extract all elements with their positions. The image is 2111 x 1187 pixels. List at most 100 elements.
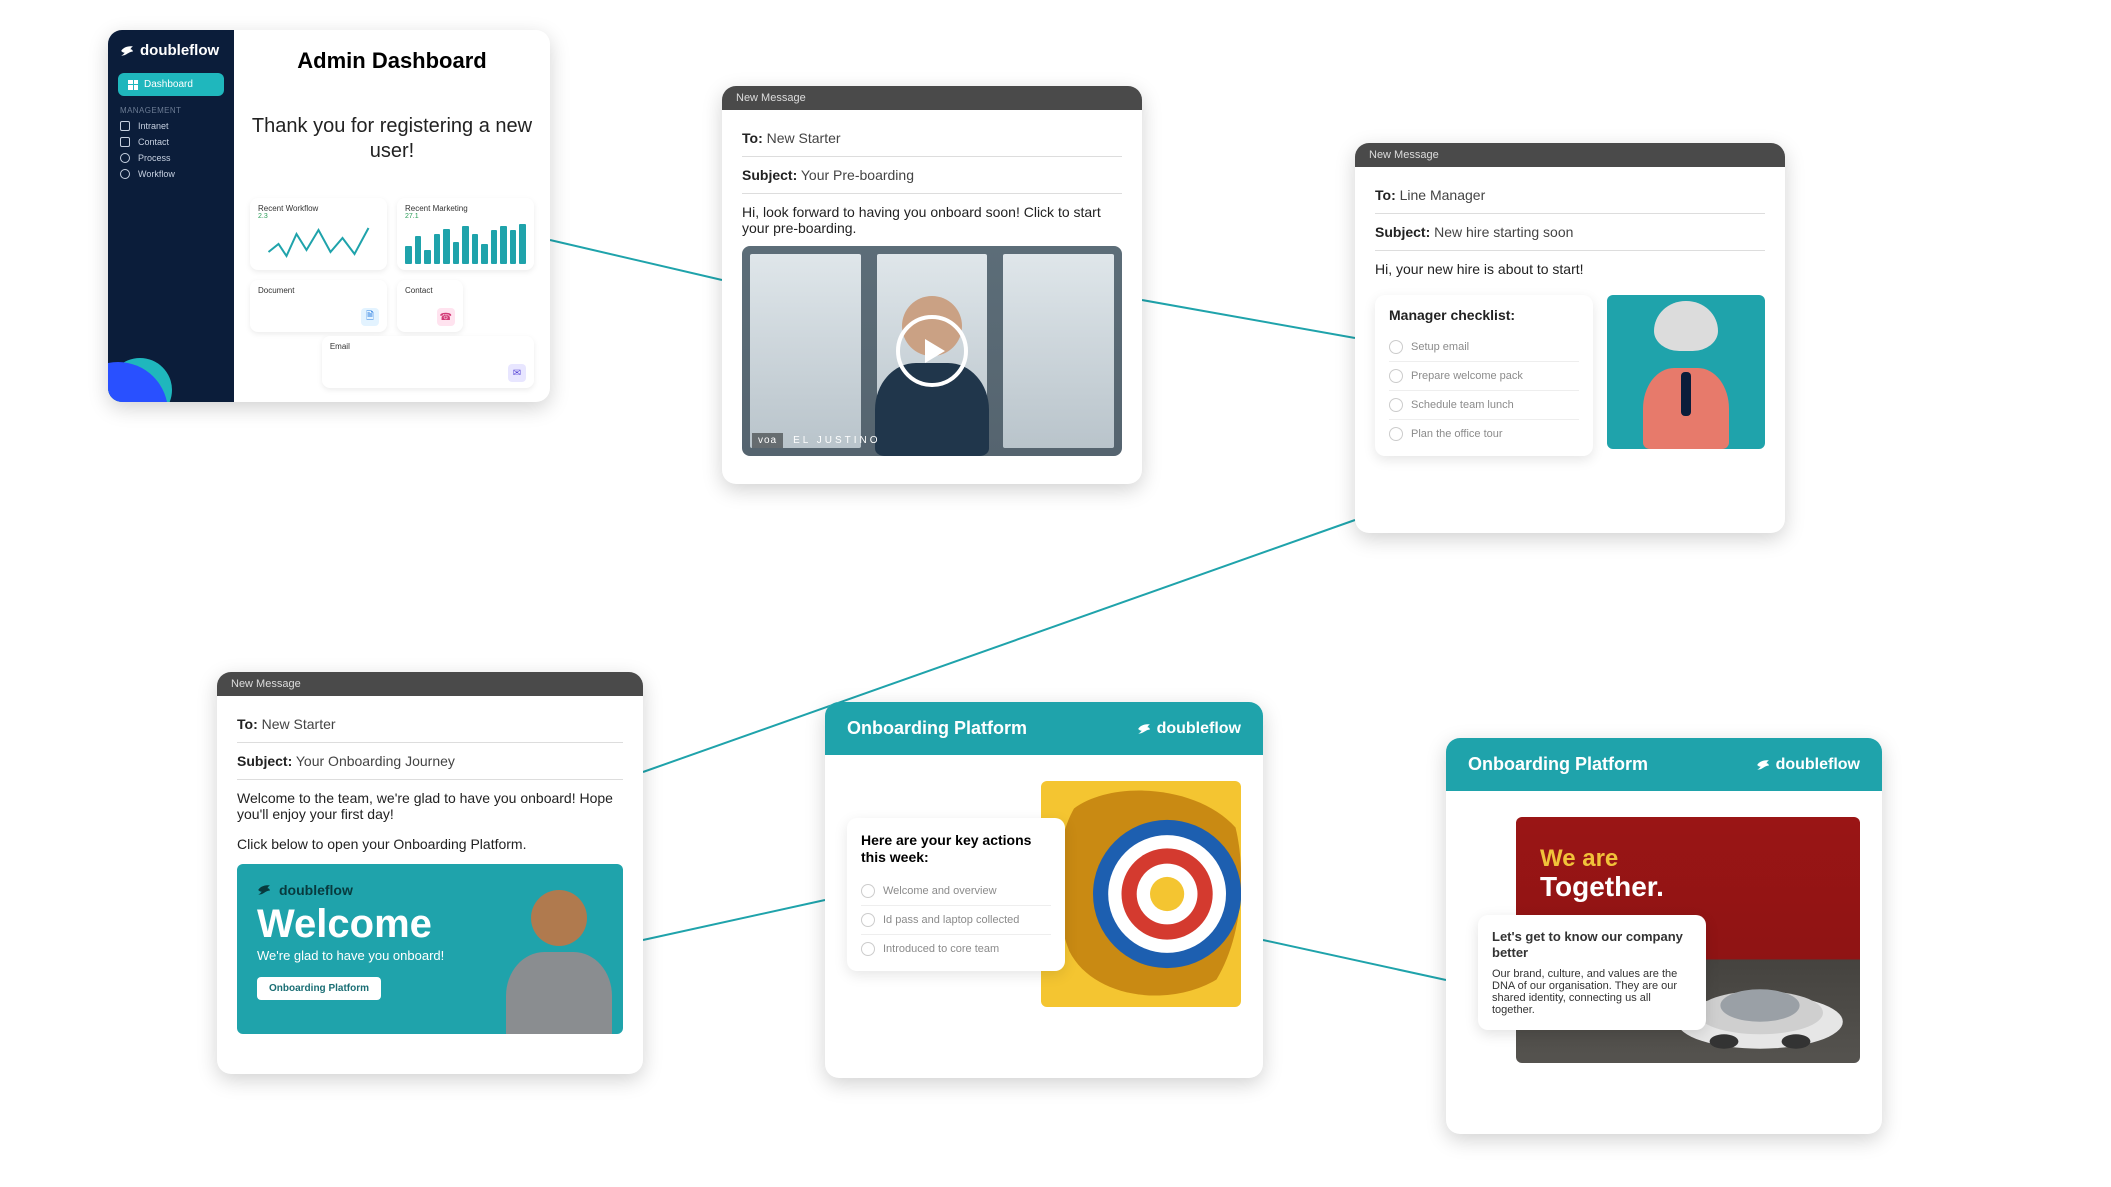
contact-icon	[120, 137, 130, 147]
checklist-item[interactable]: Schedule team lunch	[1389, 391, 1579, 420]
grid-icon	[128, 80, 138, 90]
widget-email[interactable]: Email ✉	[322, 336, 534, 388]
video-thumbnail[interactable]: voa EL JUSTINO	[742, 246, 1122, 456]
workflow-icon	[120, 169, 130, 179]
widget-title: Contact	[405, 286, 455, 295]
sidebar-section-label: Management	[120, 106, 222, 115]
checklist-item[interactable]: Id pass and laptop collected	[861, 906, 1051, 935]
email-subject: Subject: Your Onboarding Journey	[237, 753, 623, 769]
caption-text: EL JUSTINO	[793, 435, 880, 446]
actions-checklist: Here are your key actions this week: Wel…	[847, 818, 1065, 971]
checklist-item-label: Plan the office tour	[1411, 428, 1503, 440]
checklist-item[interactable]: Setup email	[1389, 333, 1579, 362]
widget-title: Recent Workflow	[258, 204, 379, 213]
checklist-title: Here are your key actions this week:	[861, 832, 1051, 867]
diagram-canvas: doubleflow Dashboard Management Intranet…	[0, 0, 2111, 1187]
bird-icon	[1137, 722, 1151, 736]
email-to: To: Line Manager	[1375, 187, 1765, 203]
open-platform-button[interactable]: Onboarding Platform	[257, 977, 381, 1000]
checkbox-icon	[1389, 427, 1403, 441]
sidebar-item-intranet[interactable]: Intranet	[120, 121, 222, 131]
sidebar-item-label: Contact	[138, 137, 169, 147]
checklist-item-label: Id pass and laptop collected	[883, 914, 1019, 926]
email-header: New Message	[217, 672, 643, 696]
brand-name: doubleflow	[140, 42, 219, 59]
sidebar: doubleflow Dashboard Management Intranet…	[108, 30, 234, 402]
preboarding-email-card: New Message To: New Starter Subject: You…	[722, 86, 1142, 484]
sidebar-item-label: Intranet	[138, 121, 169, 131]
manager-checklist: Manager checklist: Setup emailPrepare we…	[1375, 295, 1593, 456]
page-title: Admin Dashboard	[250, 48, 534, 74]
divider	[237, 779, 623, 780]
email-subject: Subject: New hire starting soon	[1375, 224, 1765, 240]
email-to: To: New Starter	[742, 130, 1122, 146]
sidebar-item-process[interactable]: Process	[120, 153, 222, 163]
checkbox-icon	[1389, 340, 1403, 354]
sidebar-item-workflow[interactable]: Workflow	[120, 169, 222, 179]
banner-subtitle: We're glad to have you onboard!	[257, 948, 603, 963]
checkbox-icon	[1389, 369, 1403, 383]
bullseye-icon	[1055, 789, 1241, 999]
hero-line-1: We are	[1540, 845, 1836, 873]
widget-contact[interactable]: Contact ☎	[397, 280, 463, 332]
document-icon: 🗎	[361, 308, 379, 326]
sidebar-item-label: Dashboard	[144, 79, 193, 90]
sidebar-item-label: Process	[138, 153, 171, 163]
brand-logo: doubleflow	[108, 30, 234, 59]
widget-recent-marketing[interactable]: Recent Marketing 27.1	[397, 198, 534, 270]
divider	[742, 193, 1122, 194]
bird-icon	[120, 44, 134, 58]
dashboard-widgets: Recent Workflow 2.3 Recent Marketing 27.…	[250, 198, 534, 332]
hero-line-2: Together.	[1540, 871, 1836, 903]
email-header: New Message	[722, 86, 1142, 110]
sparkline-chart	[256, 224, 381, 264]
widget-recent-workflow[interactable]: Recent Workflow 2.3	[250, 198, 387, 270]
checklist-item-label: Introduced to core team	[883, 943, 999, 955]
bird-icon	[1756, 758, 1770, 772]
banner-brand: doubleflow	[257, 882, 603, 898]
platform-header: Onboarding Platform doubleflow	[825, 702, 1263, 755]
checklist-item-label: Schedule team lunch	[1411, 399, 1514, 411]
checkbox-icon	[861, 942, 875, 956]
welcome-banner: doubleflow Welcome We're glad to have yo…	[237, 864, 623, 1034]
checklist-item[interactable]: Plan the office tour	[1389, 420, 1579, 448]
email-icon: ✉	[508, 364, 526, 382]
onboarding-platform-culture-card: Onboarding Platform doubleflow We are To…	[1446, 738, 1882, 1134]
widget-title: Document	[258, 286, 379, 295]
divider	[742, 156, 1122, 157]
tie	[1681, 372, 1690, 416]
banner-title: Welcome	[257, 904, 603, 944]
checklist-item[interactable]: Introduced to core team	[861, 935, 1051, 963]
widget-document[interactable]: Document 🗎	[250, 280, 387, 332]
checklist-item[interactable]: Prepare welcome pack	[1389, 362, 1579, 391]
checklist-title: Manager checklist:	[1389, 307, 1579, 323]
banner-brand-name: doubleflow	[279, 882, 353, 898]
confirmation-message: Thank you for registering a new user!	[250, 114, 534, 164]
popover-title: Let's get to know our company better	[1492, 929, 1692, 962]
dashboard-main: Admin Dashboard Thank you for registerin…	[234, 30, 550, 402]
divider	[237, 742, 623, 743]
caption-tag: voa	[752, 433, 783, 448]
widget-meta: 27.1	[405, 213, 526, 220]
admin-dashboard-card: doubleflow Dashboard Management Intranet…	[108, 30, 550, 402]
contact-icon: ☎	[437, 308, 455, 326]
email-body-1: Welcome to the team, we're glad to have …	[237, 790, 623, 822]
widget-meta: 2.3	[258, 213, 379, 220]
checklist-item-label: Welcome and overview	[883, 885, 997, 897]
brand-name: doubleflow	[1157, 720, 1241, 738]
brand-name: doubleflow	[1776, 756, 1860, 774]
process-icon	[120, 153, 130, 163]
sidebar-item-dashboard[interactable]: Dashboard	[118, 73, 224, 96]
sidebar-item-contact[interactable]: Contact	[120, 137, 222, 147]
play-icon	[896, 315, 968, 387]
divider	[1375, 250, 1765, 251]
checklist-item[interactable]: Welcome and overview	[861, 877, 1051, 906]
bird-icon	[257, 883, 271, 897]
hair	[1654, 301, 1718, 351]
divider	[1375, 213, 1765, 214]
checkbox-icon	[861, 884, 875, 898]
email-body: Hi, your new hire is about to start!	[1375, 261, 1765, 277]
target-image	[1041, 781, 1241, 1007]
bar-chart	[405, 224, 526, 264]
onboarding-email-card: New Message To: New Starter Subject: You…	[217, 672, 643, 1074]
